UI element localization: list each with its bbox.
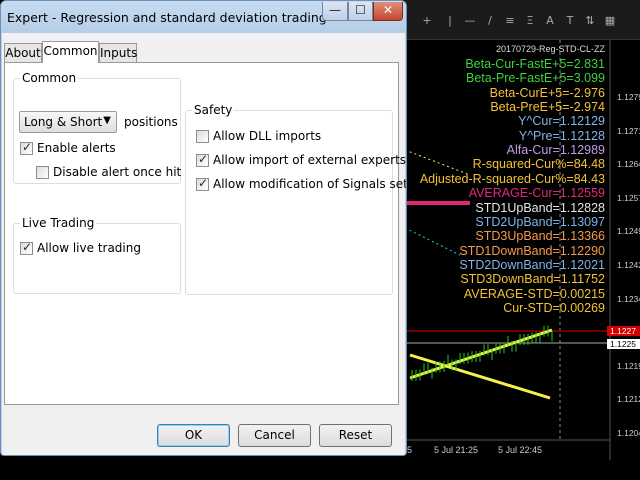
chevron-down-icon: ▼: [103, 115, 111, 126]
indicator-line: STD2UpBand=1.13097: [475, 214, 605, 229]
checkmark-icon: ✓: [198, 176, 209, 190]
live-trading-group-label: Live Trading: [20, 216, 97, 230]
chart-title: 20170729-Reg-STD-CL-ZZ: [495, 44, 605, 54]
positions-select[interactable]: Long & Short ▼: [19, 111, 117, 133]
indicator-line: STD3UpBand=1.13366: [475, 229, 605, 244]
live-trading-group: Live Trading ✓ Allow live trading: [13, 216, 181, 294]
price-tick-label: 1.1279: [617, 92, 640, 102]
current-price-label: 1.1225: [607, 339, 640, 349]
price-tick-label: 1.1204: [617, 428, 640, 438]
common-group: Common Long & Short ▼ positions ✓ Enable…: [13, 71, 182, 184]
indicator-line: Cur-STD=0.00269: [503, 300, 605, 315]
minimize-icon: —: [329, 3, 341, 17]
checkmark-icon: ✓: [198, 152, 209, 166]
enable-alerts-label: Enable alerts: [37, 141, 116, 155]
indicator-line: Beta-CurE+5=-2.976: [489, 85, 605, 100]
checkmark-icon: ✓: [22, 140, 33, 154]
indicator-line: Alfa-Cur=1.12989: [506, 143, 605, 158]
allow-signals-modification-checkbox[interactable]: ✓: [196, 176, 209, 191]
dialog-title: Expert - Regression and standard deviati…: [7, 10, 327, 25]
price-tick-label: 1.1212: [617, 394, 640, 405]
allow-dll-imports-label: Allow DLL imports: [213, 129, 322, 143]
checkmark-icon: ✓: [22, 240, 33, 254]
regression-up-line: [409, 328, 553, 380]
time-tick-label: 5 Jul 22:45: [498, 445, 543, 455]
cancel-button[interactable]: Cancel: [238, 424, 311, 447]
dialog-titlebar[interactable]: Expert - Regression and standard deviati…: [1, 1, 406, 33]
indicator-line: Beta-Cur-FastE+5=2.831: [465, 57, 605, 71]
indicator-line: STD3DownBand=1.11752: [460, 272, 605, 287]
price-tick-label: 1.1219: [617, 360, 640, 371]
enable-alerts-checkbox[interactable]: ✓: [20, 140, 33, 155]
time-tick-label: 5: [407, 445, 413, 455]
time-tick-label: 5 Jul 21:25: [434, 445, 479, 455]
indicator-line: STD2DownBand=1.12021: [459, 257, 605, 272]
expert-properties-dialog: Expert - Regression and standard deviati…: [0, 0, 407, 456]
maximize-icon: ☐: [355, 3, 366, 17]
maximize-button[interactable]: ☐: [348, 2, 373, 21]
current-price-label: 1.1227: [607, 326, 640, 336]
safety-group-label: Safety: [192, 103, 235, 117]
allow-live-trading-checkbox[interactable]: ✓: [20, 240, 33, 255]
indicator-line: Beta-PreE+5=-2.974: [490, 100, 605, 115]
price-tick-label: 1.1264: [617, 159, 640, 170]
indicator-line: Adjusted-R-squared-Cur%=84.43: [419, 171, 605, 186]
allow-external-experts-label: Allow import of external experts: [213, 153, 407, 167]
safety-group: Safety Allow DLL imports ✓ Allow import …: [185, 103, 406, 295]
common-group-label: Common: [20, 71, 79, 85]
disable-alert-once-hit-label: Disable alert once hit: [53, 165, 182, 179]
price-tick-label: 1.1257: [617, 192, 640, 203]
tab-about[interactable]: About: [4, 43, 42, 62]
minimize-button[interactable]: —: [322, 2, 348, 21]
allow-live-trading-label: Allow live trading: [37, 241, 141, 255]
indicator-line: STD1DownBand=1.12290: [459, 243, 605, 258]
tab-strip: About Common Inputs: [2, 41, 402, 63]
price-tick-label: 1.1234: [617, 293, 640, 304]
allow-signals-modification-label: Allow modification of Signals settings: [213, 177, 406, 191]
positions-select-value: Long & Short: [24, 115, 103, 129]
indicator-line: STD1UpBand=1.12828: [475, 200, 605, 215]
indicator-line: Y^Pre=1.12128: [518, 128, 605, 143]
allow-dll-imports-checkbox[interactable]: [196, 130, 209, 143]
dialog-client-area: About Common Inputs Common Long & Short …: [2, 33, 406, 455]
common-tab-panel: Common Long & Short ▼ positions ✓ Enable…: [4, 62, 406, 405]
indicator-line: R-squared-Cur%=84.48: [472, 157, 605, 172]
price-tick-label: 1.1242: [617, 260, 640, 270]
positions-label: positions: [124, 115, 178, 129]
price-tick-label: 1.1271: [617, 125, 640, 136]
close-icon: ✕: [382, 3, 394, 17]
indicator-line: Y^Cur=1.12129: [518, 114, 605, 129]
indicator-line: AVERAGE-STD=0.00215: [463, 286, 605, 301]
tab-inputs[interactable]: Inputs: [99, 43, 137, 62]
dotted-band-line: [404, 227, 461, 256]
price-tick-label: 1.1249: [617, 226, 640, 237]
indicator-line: Beta-Pre-FastE+5=3.099: [466, 71, 605, 86]
indicator-line: AVERAGE-Cur=1.12559: [468, 186, 605, 201]
tab-common[interactable]: Common: [42, 41, 99, 63]
allow-external-experts-checkbox[interactable]: ✓: [196, 152, 209, 167]
close-button[interactable]: ✕: [373, 2, 403, 21]
reset-button[interactable]: Reset: [319, 424, 392, 447]
ok-button[interactable]: OK: [157, 424, 230, 447]
disable-alert-once-hit-checkbox[interactable]: [36, 166, 49, 179]
